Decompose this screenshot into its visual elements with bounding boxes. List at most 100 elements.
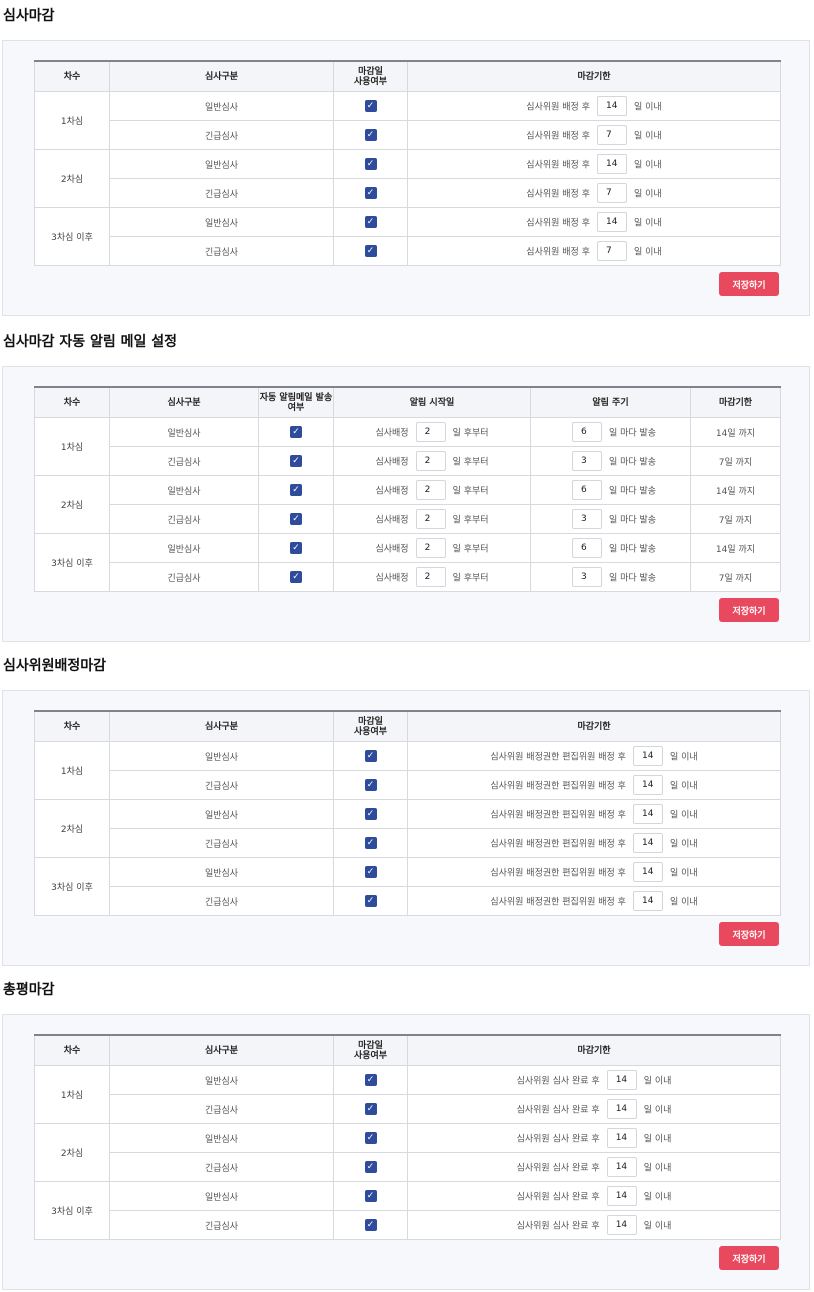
start-suffix: 일 후부터	[452, 486, 489, 497]
deadline-days-input[interactable]	[632, 775, 663, 795]
use-deadline-checkbox[interactable]: ✓	[364, 158, 377, 170]
deadline-days-input[interactable]	[606, 1128, 637, 1148]
table-row: 1차심 일반심사 ✓ 심사위원 배정 후일 이내	[34, 91, 781, 150]
round-cell: 1차심	[34, 741, 110, 800]
type-cell: 일반심사	[109, 857, 334, 887]
deadline-prefix: 심사위원 심사 완료 후	[516, 1134, 600, 1145]
use-deadline-checkbox[interactable]: ✓	[364, 750, 377, 762]
use-deadline-checkbox[interactable]: ✓	[364, 100, 377, 112]
use-deadline-checkbox[interactable]: ✓	[364, 866, 377, 878]
deadline-days-input[interactable]	[596, 212, 627, 232]
header-start-day: 알림 시작일	[333, 386, 531, 418]
deadline-suffix: 일 이내	[643, 1221, 672, 1232]
cycle-input[interactable]	[571, 451, 602, 471]
deadline-days-input[interactable]	[596, 241, 627, 261]
start-day-input[interactable]	[415, 538, 446, 558]
review-deadline-panel: 차수 심사구분 마감일 사용여부 마감기한 1차심 일반심사 ✓ 심사위원 배정 …	[2, 40, 810, 316]
deadline-suffix: 일 이내	[669, 839, 698, 850]
table-row: 긴급심사 ✓ 심사위원 배정 후 일 이내	[35, 236, 781, 266]
deadline-prefix: 심사위원 배정권한 편집위원 배정 후	[490, 868, 626, 879]
deadline-suffix: 일 이내	[643, 1192, 672, 1203]
auto-mail-checkbox[interactable]: ✓	[290, 426, 302, 438]
table-row: 긴급심사 ✓ 심사위원 배정권한 편집위원 배정 후 일 이내	[35, 886, 781, 916]
table-row: 3차심 이후 일반심사 ✓ 심사위원 배정 후일 이내	[34, 207, 781, 266]
start-day-input[interactable]	[415, 567, 446, 587]
deadline-prefix: 심사위원 배정권한 편집위원 배정 후	[490, 810, 626, 821]
use-deadline-checkbox[interactable]: ✓	[364, 1219, 377, 1231]
deadline-prefix: 심사위원 배정권한 편집위원 배정 후	[490, 752, 626, 763]
use-deadline-checkbox[interactable]: ✓	[364, 1190, 377, 1202]
deadline-prefix: 심사위원 심사 완료 후	[516, 1076, 600, 1087]
type-cell: 긴급심사	[109, 770, 334, 800]
deadline-days-input[interactable]	[632, 746, 663, 766]
type-cell: 일반심사	[109, 417, 259, 447]
deadline-days-input[interactable]	[606, 1157, 637, 1177]
use-deadline-checkbox[interactable]: ✓	[364, 895, 377, 907]
deadline-days-input[interactable]	[596, 154, 627, 174]
table-row: 3차심 이후 일반심사 ✓ 심사위원 심사 완료 후일 이내	[34, 1181, 781, 1240]
use-deadline-checkbox[interactable]: ✓	[364, 1103, 377, 1115]
table-row: 긴급심사 ✓ 심사위원 배정 후 일 이내	[35, 178, 781, 208]
deadline-days-input[interactable]	[632, 833, 663, 853]
deadline-days-input[interactable]	[596, 183, 627, 203]
start-day-input[interactable]	[415, 480, 446, 500]
cycle-input[interactable]	[571, 509, 602, 529]
type-cell: 긴급심사	[109, 886, 334, 916]
auto-mail-checkbox[interactable]: ✓	[290, 484, 302, 496]
start-suffix: 일 후부터	[452, 428, 489, 439]
auto-mail-checkbox[interactable]: ✓	[290, 455, 302, 467]
deadline-days-input[interactable]	[606, 1099, 637, 1119]
deadline-days-input[interactable]	[632, 804, 663, 824]
auto-mail-checkbox[interactable]: ✓	[290, 513, 302, 525]
cycle-suffix: 일 마다 발송	[608, 457, 657, 468]
use-deadline-checkbox[interactable]: ✓	[364, 245, 377, 257]
start-day-input[interactable]	[415, 451, 446, 471]
deadline-days-input[interactable]	[632, 891, 663, 911]
save-button[interactable]: 저장하기	[719, 922, 779, 946]
deadline-days-input[interactable]	[606, 1186, 637, 1206]
use-deadline-checkbox[interactable]: ✓	[364, 779, 377, 791]
use-deadline-checkbox[interactable]: ✓	[364, 808, 377, 820]
review-deadline-table: 차수 심사구분 마감일 사용여부 마감기한 1차심 일반심사 ✓ 심사위원 배정 …	[34, 60, 781, 266]
round-cell: 1차심	[34, 91, 110, 150]
cycle-input[interactable]	[571, 422, 602, 442]
type-cell: 긴급심사	[109, 446, 259, 476]
round-cell: 3차심 이후	[34, 207, 110, 266]
deadline-days-input[interactable]	[606, 1070, 637, 1090]
table-row: 긴급심사 ✓ 심사위원 배정 후 일 이내	[35, 120, 781, 150]
use-deadline-checkbox[interactable]: ✓	[364, 837, 377, 849]
header-type: 심사구분	[109, 386, 259, 418]
table-row: 1차심 일반심사 ✓ 심사배정일 후부터 일 마다 발송 14일 까지	[34, 417, 781, 476]
use-deadline-checkbox[interactable]: ✓	[364, 129, 377, 141]
deadline-days-input[interactable]	[596, 96, 627, 116]
deadline-days-input[interactable]	[606, 1215, 637, 1235]
deadline-prefix: 심사위원 배정권한 편집위원 배정 후	[490, 839, 626, 850]
deadline-prefix: 심사위원 심사 완료 후	[516, 1105, 600, 1116]
deadline-suffix: 일 이내	[633, 189, 662, 200]
start-day-input[interactable]	[415, 422, 446, 442]
cycle-input[interactable]	[571, 480, 602, 500]
use-deadline-checkbox[interactable]: ✓	[364, 187, 377, 199]
deadline-suffix: 일 이내	[643, 1076, 672, 1087]
start-prefix: 심사배정	[375, 428, 409, 439]
use-deadline-checkbox[interactable]: ✓	[364, 1161, 377, 1173]
deadline-days-input[interactable]	[632, 862, 663, 882]
auto-mail-checkbox[interactable]: ✓	[290, 542, 302, 554]
cycle-input[interactable]	[571, 538, 602, 558]
header-auto-mail: 자동 알림메일 발송 여부	[258, 386, 334, 418]
save-button[interactable]: 저장하기	[719, 272, 779, 296]
round-cell: 3차심 이후	[34, 1181, 110, 1240]
start-day-input[interactable]	[415, 509, 446, 529]
use-deadline-checkbox[interactable]: ✓	[364, 1074, 377, 1086]
cycle-input[interactable]	[571, 567, 602, 587]
save-button[interactable]: 저장하기	[719, 598, 779, 622]
summary-deadline-panel: 차수 심사구분 마감일 사용여부 마감기한 1차심 일반심사 ✓ 심사위원 심사 …	[2, 1014, 810, 1290]
deadline-days-input[interactable]	[596, 125, 627, 145]
deadline-suffix: 일 이내	[633, 218, 662, 229]
use-deadline-checkbox[interactable]: ✓	[364, 1132, 377, 1144]
save-button[interactable]: 저장하기	[719, 1246, 779, 1270]
use-deadline-checkbox[interactable]: ✓	[364, 216, 377, 228]
auto-mail-checkbox[interactable]: ✓	[290, 571, 302, 583]
header-type: 심사구분	[109, 1034, 334, 1066]
cycle-suffix: 일 마다 발송	[608, 573, 657, 584]
